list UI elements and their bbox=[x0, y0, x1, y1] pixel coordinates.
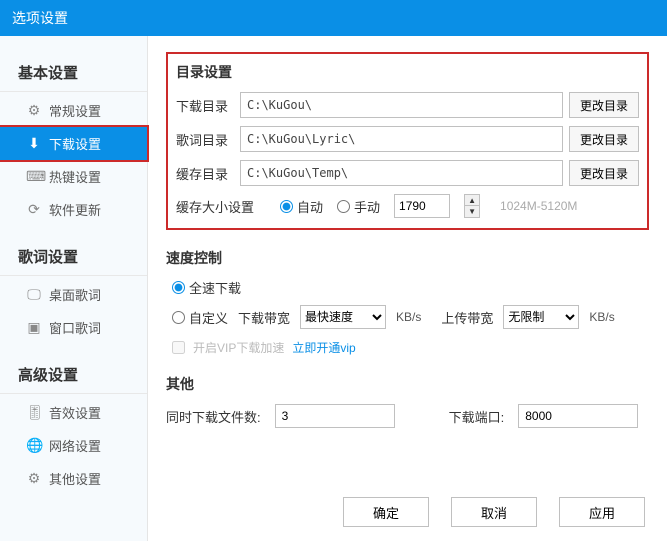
sidebar-item-label: 下载设置 bbox=[49, 134, 101, 153]
sidebar-item[interactable]: ⚙ 其他设置 bbox=[0, 462, 147, 495]
sidebar-item-icon: ⚙ bbox=[26, 102, 42, 119]
sidebar-item-icon: ⚙ bbox=[26, 470, 42, 487]
cache-auto-input[interactable] bbox=[280, 200, 293, 213]
directory-title: 目录设置 bbox=[176, 62, 639, 82]
directory-row: 缓存目录 更改目录 bbox=[176, 160, 639, 186]
speed-section: 速度控制 全速下载 自定义 下载带宽 最快速度 KB/s 上传带宽 bbox=[166, 248, 649, 356]
stepper-down-icon[interactable]: ▼ bbox=[465, 206, 479, 217]
title-bar: 选项设置 bbox=[0, 0, 667, 36]
directory-path-input[interactable] bbox=[240, 92, 563, 118]
sidebar-item[interactable]: 🖵 桌面歌词 bbox=[0, 278, 147, 311]
download-bw-select[interactable]: 最快速度 bbox=[300, 305, 386, 329]
directory-row: 歌词目录 更改目录 bbox=[176, 126, 639, 152]
sidebar-section-title: 高级设置 bbox=[0, 358, 147, 394]
other-title: 其他 bbox=[166, 374, 649, 394]
cancel-button[interactable]: 取消 bbox=[451, 497, 537, 527]
sidebar-item-label: 网络设置 bbox=[49, 436, 101, 455]
full-speed-radio[interactable]: 全速下载 bbox=[172, 278, 241, 297]
ok-button[interactable]: 确定 bbox=[343, 497, 429, 527]
change-dir-button[interactable]: 更改目录 bbox=[569, 160, 639, 186]
port-label: 下载端口: bbox=[449, 407, 505, 426]
speed-title: 速度控制 bbox=[166, 248, 649, 268]
sidebar-item-icon: ⌨ bbox=[26, 168, 42, 185]
sidebar-item-label: 其他设置 bbox=[49, 469, 101, 488]
cache-manual-radio[interactable]: 手动 bbox=[337, 197, 380, 216]
sidebar-item-label: 音效设置 bbox=[49, 403, 101, 422]
sidebar-item-label: 常规设置 bbox=[49, 101, 101, 120]
apply-button[interactable]: 应用 bbox=[559, 497, 645, 527]
sidebar-item[interactable]: 🎚 音效设置 bbox=[0, 396, 147, 429]
cache-range-hint: 1024M-5120M bbox=[500, 199, 577, 213]
change-dir-button[interactable]: 更改目录 bbox=[569, 126, 639, 152]
sidebar-item-label: 软件更新 bbox=[49, 200, 101, 219]
sidebar-item[interactable]: ⌨ 热键设置 bbox=[0, 160, 147, 193]
sidebar-item-icon: 🎚 bbox=[26, 404, 42, 421]
vip-checkbox-label: 开启VIP下载加速 bbox=[193, 339, 284, 356]
other-section: 其他 同时下载文件数: 下载端口: bbox=[166, 374, 649, 428]
sidebar-item-icon: ⟳ bbox=[26, 201, 42, 218]
content-panel: 目录设置 下载目录更改目录歌词目录更改目录缓存目录更改目录 缓存大小设置 自动 … bbox=[148, 36, 667, 541]
files-input[interactable] bbox=[275, 404, 395, 428]
kb-unit-2: KB/s bbox=[589, 310, 614, 324]
footer-buttons: 确定 取消 应用 bbox=[343, 497, 645, 527]
sidebar-item-label: 窗口歌词 bbox=[49, 318, 101, 337]
custom-speed-radio[interactable]: 自定义 bbox=[172, 308, 228, 327]
upload-bw-label: 上传带宽 bbox=[441, 308, 493, 327]
sidebar-section-title: 歌词设置 bbox=[0, 240, 147, 276]
download-bw-label: 下载带宽 bbox=[238, 308, 290, 327]
stepper-up-icon[interactable]: ▲ bbox=[465, 195, 479, 206]
vip-link[interactable]: 立即开通vip bbox=[292, 339, 355, 356]
cache-size-input[interactable] bbox=[394, 194, 450, 218]
sidebar-item[interactable]: ▣ 窗口歌词 bbox=[0, 311, 147, 344]
cache-size-stepper[interactable]: ▲ ▼ bbox=[464, 194, 480, 218]
sidebar-item-icon: ▣ bbox=[26, 319, 42, 336]
files-label: 同时下载文件数: bbox=[166, 407, 261, 426]
directory-label: 缓存目录 bbox=[176, 164, 240, 183]
cache-auto-radio[interactable]: 自动 bbox=[280, 197, 323, 216]
cache-size-label: 缓存大小设置 bbox=[176, 197, 266, 216]
window-title: 选项设置 bbox=[12, 10, 68, 26]
cache-manual-input[interactable] bbox=[337, 200, 350, 213]
vip-checkbox bbox=[172, 341, 185, 354]
sidebar-item[interactable]: ⟳ 软件更新 bbox=[0, 193, 147, 226]
sidebar-item[interactable]: ⬇ 下载设置 bbox=[0, 127, 147, 160]
sidebar-item-icon: ⬇ bbox=[26, 135, 42, 152]
sidebar-section-title: 基本设置 bbox=[0, 56, 147, 92]
upload-bw-select[interactable]: 无限制 bbox=[503, 305, 579, 329]
cache-size-row: 缓存大小设置 自动 手动 ▲ ▼ 1024M-5120M bbox=[176, 194, 639, 218]
directory-path-input[interactable] bbox=[240, 160, 563, 186]
directory-label: 下载目录 bbox=[176, 96, 240, 115]
sidebar-item[interactable]: ⚙ 常规设置 bbox=[0, 94, 147, 127]
change-dir-button[interactable]: 更改目录 bbox=[569, 92, 639, 118]
directory-path-input[interactable] bbox=[240, 126, 563, 152]
sidebar: 基本设置 ⚙ 常规设置 ⬇ 下载设置 ⌨ 热键设置 ⟳ 软件更新歌词设置 🖵 桌面歌词 ▣ 窗口歌词高级… bbox=[0, 36, 148, 541]
sidebar-item-icon: 🌐 bbox=[26, 437, 42, 454]
sidebar-item[interactable]: 🌐 网络设置 bbox=[0, 429, 147, 462]
kb-unit: KB/s bbox=[396, 310, 421, 324]
directory-label: 歌词目录 bbox=[176, 130, 240, 149]
directory-settings-box: 目录设置 下载目录更改目录歌词目录更改目录缓存目录更改目录 缓存大小设置 自动 … bbox=[166, 52, 649, 230]
sidebar-item-label: 热键设置 bbox=[49, 167, 101, 186]
port-input[interactable] bbox=[518, 404, 638, 428]
sidebar-item-icon: 🖵 bbox=[26, 286, 42, 303]
sidebar-item-label: 桌面歌词 bbox=[49, 285, 101, 304]
directory-row: 下载目录 更改目录 bbox=[176, 92, 639, 118]
